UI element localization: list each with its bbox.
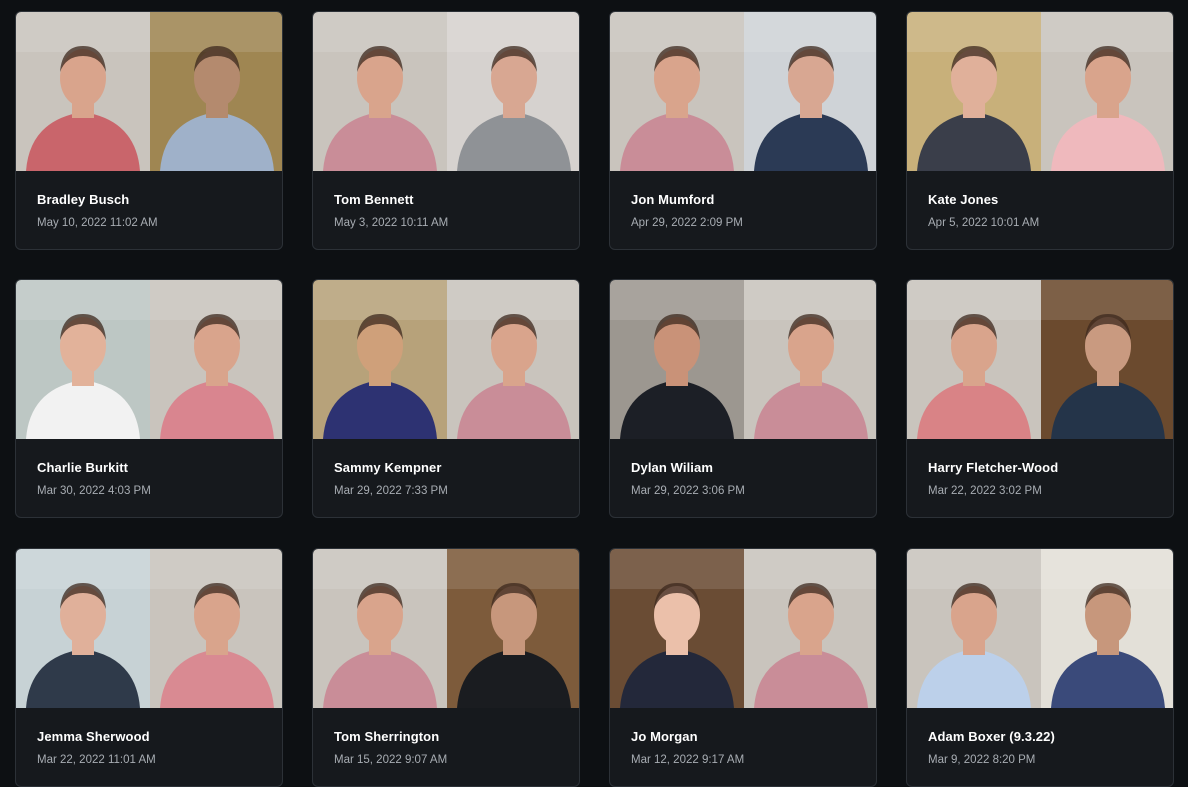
recording-card[interactable]: Tom Bennett May 3, 2022 10:11 AM (312, 11, 580, 250)
participant-video-right (1041, 12, 1173, 171)
recording-thumbnail[interactable] (610, 12, 876, 171)
recording-title[interactable]: Kate Jones (928, 192, 998, 207)
recording-thumbnail[interactable] (16, 280, 282, 439)
recording-card[interactable]: Jemma Sherwood Mar 22, 2022 11:01 AM (15, 548, 283, 787)
recording-card[interactable]: Adam Boxer (9.3.22) Mar 9, 2022 8:20 PM (906, 548, 1174, 787)
recording-date: Mar 29, 2022 3:06 PM (631, 485, 745, 497)
participant-video-right (744, 549, 876, 708)
recording-thumbnail[interactable] (610, 280, 876, 439)
recording-title[interactable]: Jo Morgan (631, 729, 698, 744)
recording-card[interactable]: Charlie Burkitt Mar 30, 2022 4:03 PM (15, 279, 283, 518)
recording-thumbnail[interactable] (313, 280, 579, 439)
recording-title[interactable]: Sammy Kempner (334, 460, 442, 475)
recording-card[interactable]: Jon Mumford Apr 29, 2022 2:09 PM (609, 11, 877, 250)
recording-title[interactable]: Jon Mumford (631, 192, 714, 207)
participant-video-right (447, 12, 579, 171)
participant-video-left (907, 280, 1041, 439)
participant-video-left (313, 280, 447, 439)
participant-video-right (150, 280, 282, 439)
participant-video-right (1041, 549, 1173, 708)
recording-thumbnail[interactable] (313, 12, 579, 171)
recording-date: Mar 22, 2022 3:02 PM (928, 485, 1042, 497)
participant-video-left (16, 280, 150, 439)
recording-date: Apr 29, 2022 2:09 PM (631, 217, 743, 229)
participant-video-left (610, 280, 744, 439)
recording-date: Mar 12, 2022 9:17 AM (631, 754, 745, 766)
recording-date: Mar 29, 2022 7:33 PM (334, 485, 448, 497)
recording-date: Apr 5, 2022 10:01 AM (928, 217, 1040, 229)
recording-card[interactable]: Tom Sherrington Mar 15, 2022 9:07 AM (312, 548, 580, 787)
participant-video-left (610, 12, 744, 171)
recording-card[interactable]: Bradley Busch May 10, 2022 11:02 AM (15, 11, 283, 250)
recording-title[interactable]: Tom Sherrington (334, 729, 439, 744)
participant-video-left (907, 12, 1041, 171)
recording-card[interactable]: Sammy Kempner Mar 29, 2022 7:33 PM (312, 279, 580, 518)
participant-video-right (744, 12, 876, 171)
recording-date: May 10, 2022 11:02 AM (37, 217, 158, 229)
recording-card[interactable]: Jo Morgan Mar 12, 2022 9:17 AM (609, 548, 877, 787)
participant-video-left (16, 549, 150, 708)
recording-thumbnail[interactable] (907, 549, 1173, 708)
recording-date: Mar 22, 2022 11:01 AM (37, 754, 156, 766)
recording-title[interactable]: Adam Boxer (9.3.22) (928, 729, 1055, 744)
recording-thumbnail[interactable] (907, 280, 1173, 439)
recording-thumbnail[interactable] (16, 12, 282, 171)
recording-title[interactable]: Jemma Sherwood (37, 729, 150, 744)
participant-video-left (610, 549, 744, 708)
participant-video-right (150, 549, 282, 708)
recording-title[interactable]: Charlie Burkitt (37, 460, 128, 475)
recording-thumbnail[interactable] (16, 549, 282, 708)
recording-card[interactable]: Harry Fletcher-Wood Mar 22, 2022 3:02 PM (906, 279, 1174, 518)
recording-thumbnail[interactable] (313, 549, 579, 708)
recording-card[interactable]: Kate Jones Apr 5, 2022 10:01 AM (906, 11, 1174, 250)
recordings-grid: Bradley Busch May 10, 2022 11:02 AM Tom Be… (0, 0, 1188, 787)
participant-video-left (16, 12, 150, 171)
recording-card[interactable]: Dylan Wiliam Mar 29, 2022 3:06 PM (609, 279, 877, 518)
recording-date: Mar 15, 2022 9:07 AM (334, 754, 448, 766)
participant-video-right (744, 280, 876, 439)
recording-title[interactable]: Harry Fletcher-Wood (928, 460, 1058, 475)
participant-video-right (447, 280, 579, 439)
participant-video-right (150, 12, 282, 171)
recording-title[interactable]: Tom Bennett (334, 192, 414, 207)
participant-video-right (1041, 280, 1173, 439)
participant-video-right (447, 549, 579, 708)
recording-date: Mar 30, 2022 4:03 PM (37, 485, 151, 497)
recording-thumbnail[interactable] (907, 12, 1173, 171)
participant-video-left (907, 549, 1041, 708)
participant-video-left (313, 12, 447, 171)
participant-video-left (313, 549, 447, 708)
recording-thumbnail[interactable] (610, 549, 876, 708)
recording-date: May 3, 2022 10:11 AM (334, 217, 449, 229)
recording-title[interactable]: Bradley Busch (37, 192, 129, 207)
recording-title[interactable]: Dylan Wiliam (631, 460, 713, 475)
recording-date: Mar 9, 2022 8:20 PM (928, 754, 1036, 766)
